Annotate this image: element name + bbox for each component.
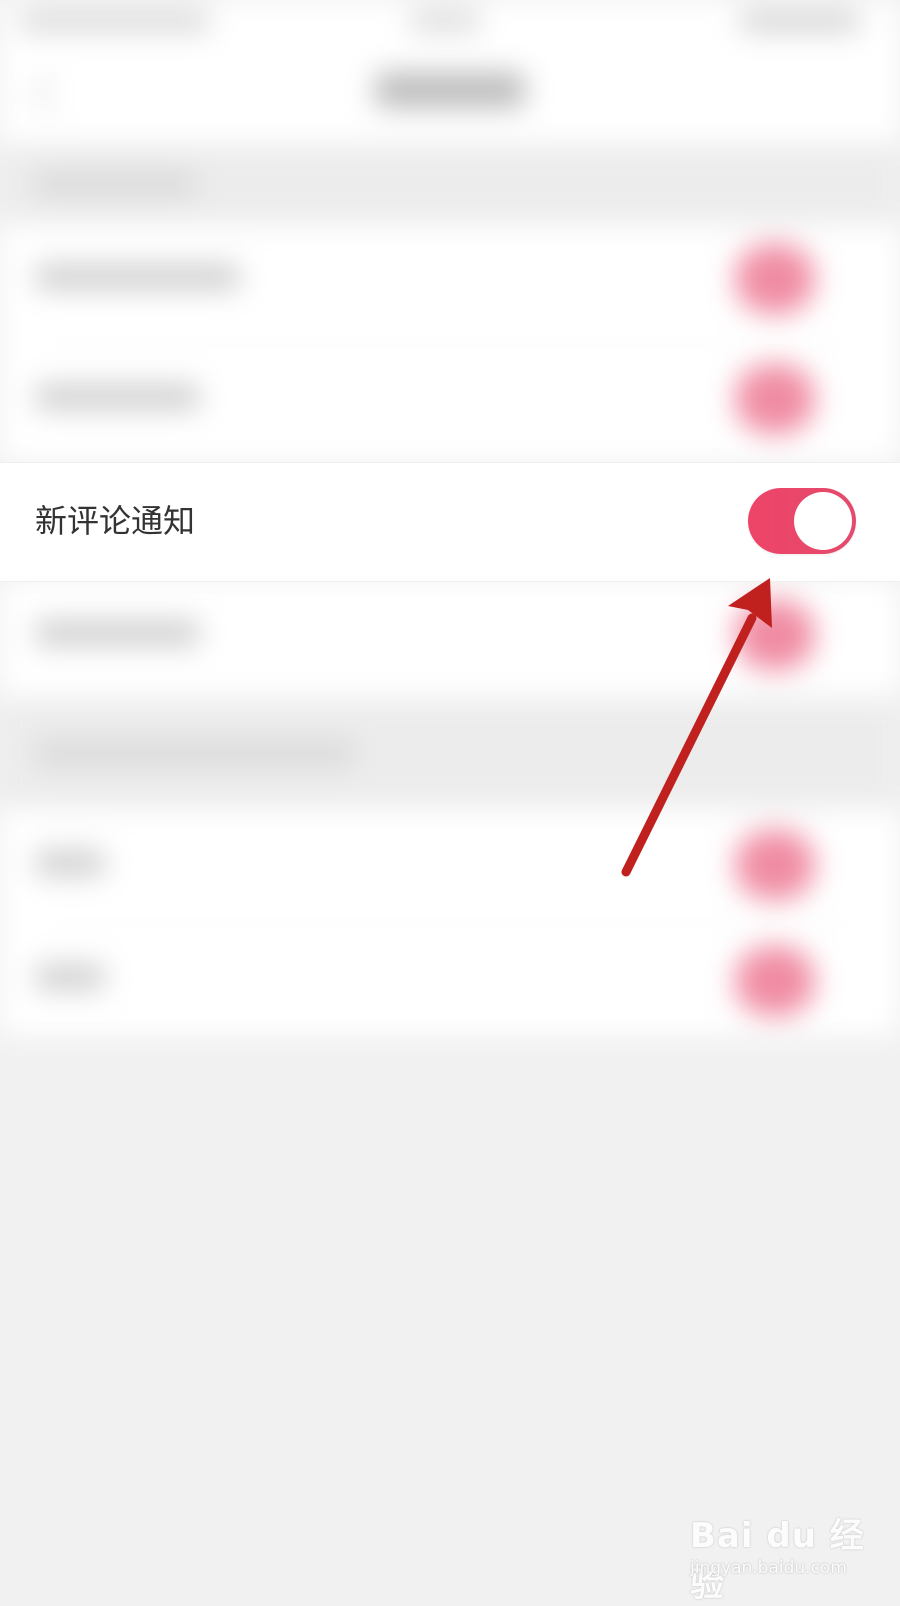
status-carrier-blur <box>20 10 210 32</box>
status-bar <box>0 0 900 44</box>
nav-bar <box>0 44 900 144</box>
settings-card-1-top <box>0 224 900 462</box>
row-1-label-blur <box>35 264 240 290</box>
watermark-logo: Bai du 经验 <box>690 1516 865 1605</box>
divider <box>35 922 865 923</box>
watermark-url: jingyan.baidu.com <box>690 1558 847 1578</box>
row-1-toggle-blur[interactable] <box>735 244 815 314</box>
status-battery-blur <box>740 10 860 32</box>
new-comment-notification-toggle[interactable] <box>748 488 856 554</box>
row-6-label-blur <box>35 964 105 990</box>
divider <box>35 342 865 343</box>
status-time-blur <box>410 10 480 32</box>
row-6-toggle-blur[interactable] <box>735 946 815 1016</box>
section-header-2-text-blur <box>35 743 355 763</box>
page-title-blur <box>375 72 525 108</box>
back-icon[interactable] <box>32 74 70 112</box>
row-4-toggle-blur[interactable] <box>735 600 815 670</box>
row-2-label-blur <box>35 384 200 410</box>
section-header-2 <box>0 698 900 808</box>
section-header-1 <box>0 144 900 224</box>
settings-screen: 新评论通知 Bai du 经验 jingyan.baidu.com <box>0 0 900 1605</box>
settings-card-2 <box>0 808 900 1036</box>
row-5-label-blur <box>35 850 105 876</box>
row-4-label-blur <box>35 620 200 646</box>
toggle-knob <box>794 492 852 550</box>
row-5-toggle-blur[interactable] <box>735 830 815 900</box>
row-label: 新评论通知 <box>35 502 196 540</box>
watermark: Bai du 经验 jingyan.baidu.com <box>690 1500 890 1605</box>
section-header-1-text-blur <box>35 174 195 194</box>
settings-row-new-comment-notification: 新评论通知 <box>0 462 900 582</box>
settings-card-1-bottom <box>0 580 900 698</box>
blurred-background <box>0 0 900 1600</box>
row-2-toggle-blur[interactable] <box>735 364 815 434</box>
